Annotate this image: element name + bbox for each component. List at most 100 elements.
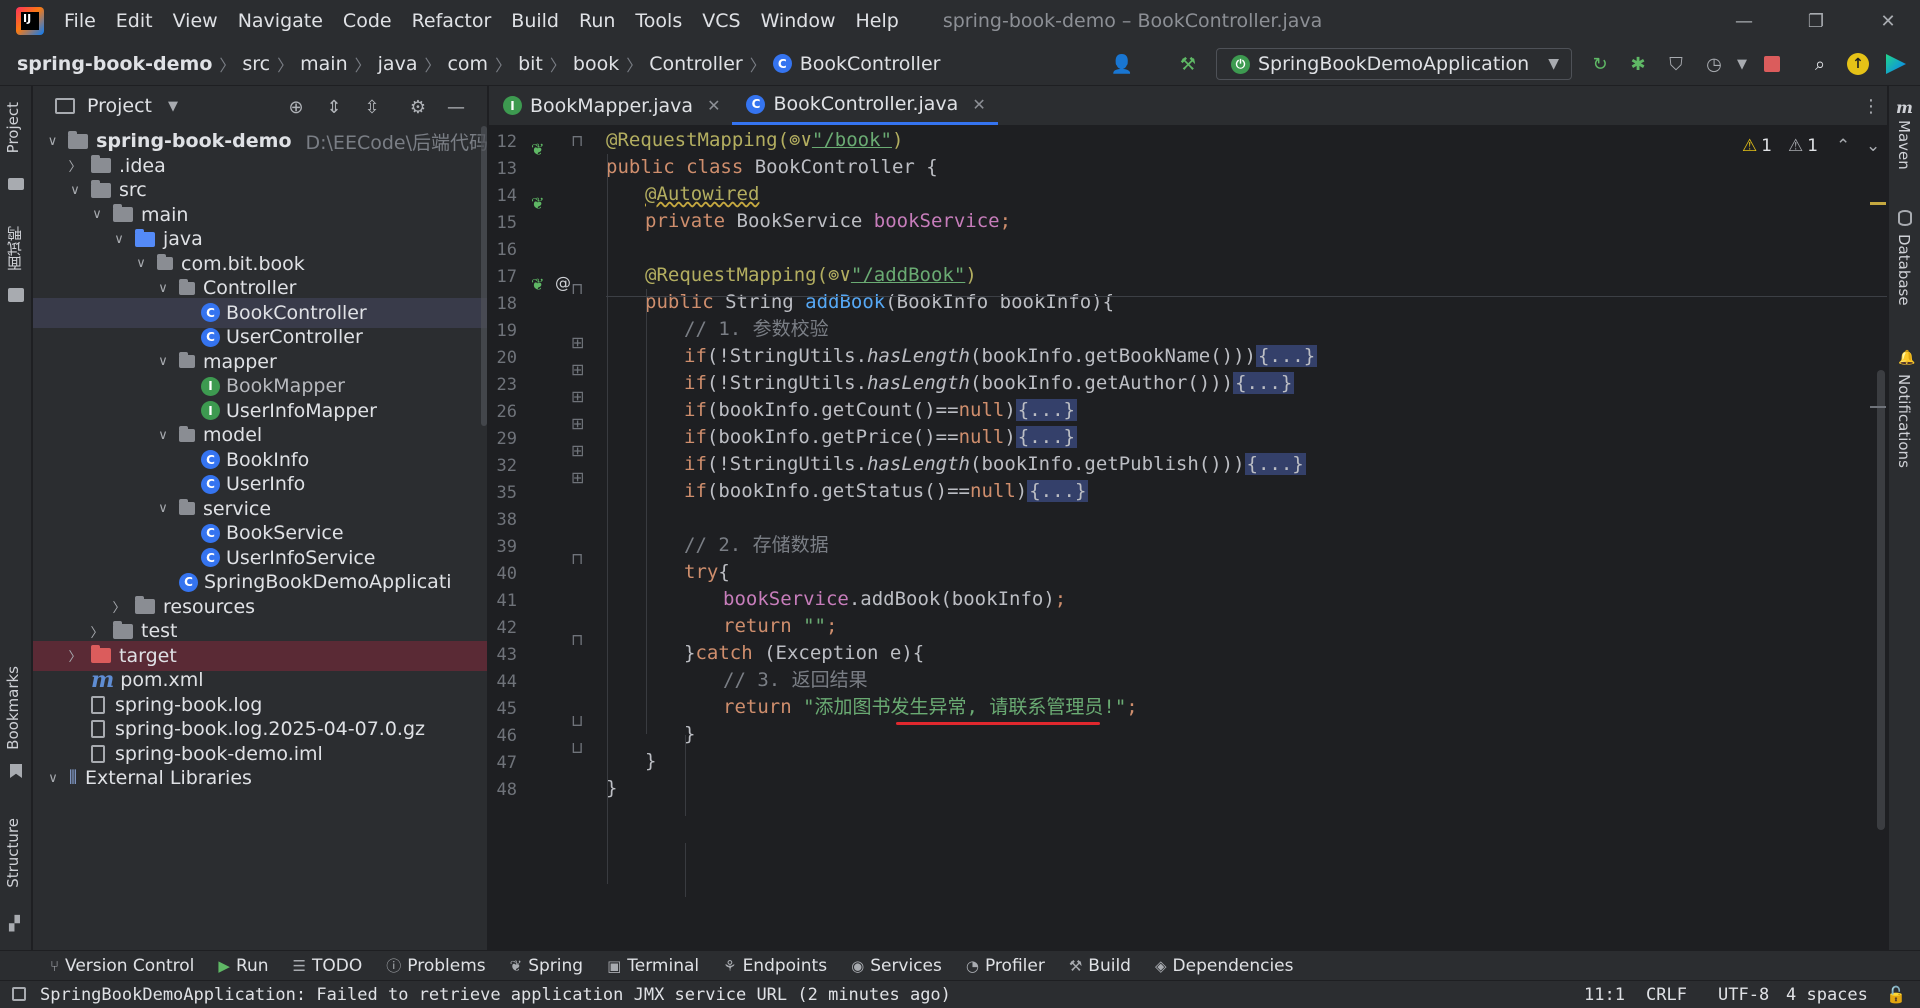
chevron-down-icon[interactable]: ∨ (67, 183, 83, 198)
status-message[interactable]: SpringBookDemoApplication: Failed to ret… (40, 985, 951, 1005)
notifications-tool-button[interactable]: Notifications (1895, 374, 1913, 468)
chevron-down-icon[interactable]: ∨ (155, 501, 171, 516)
tool-version-control[interactable]: ⑂ Version Control (50, 956, 194, 976)
rerun-icon[interactable]: ↻ (1588, 52, 1612, 76)
bookmarks-tool-button[interactable]: Bookmarks (4, 666, 22, 750)
project-tool-button[interactable]: Project (4, 102, 22, 153)
status-panel-toggle-icon[interactable] (12, 987, 26, 1001)
jetbrains-ai-icon[interactable] (1884, 52, 1908, 76)
profile-icon[interactable]: ◷ (1702, 52, 1726, 76)
menu-run[interactable]: Run (569, 10, 625, 32)
line-separator[interactable]: CRLF (1646, 985, 1687, 1005)
at-mapping-icon[interactable]: @ (555, 273, 571, 292)
chevron-down-icon[interactable]: ∨ (111, 232, 127, 247)
fold-marker-icon[interactable]: ⊞ (571, 333, 584, 352)
search-icon[interactable]: ⌕ (1808, 52, 1832, 76)
database-tool-button[interactable]: Database (1895, 234, 1913, 306)
locate-file-icon[interactable]: ⊕ (285, 96, 307, 118)
fold-marker-icon[interactable]: ⊞ (571, 387, 584, 406)
debug-icon[interactable]: ✱ (1626, 52, 1650, 76)
breadcrumb-item[interactable]: C BookController (772, 53, 940, 75)
update-icon[interactable]: ↑ (1846, 52, 1870, 76)
code-editor[interactable]: @RequestMapping(⊚∨"/book") public class B… (589, 127, 1887, 950)
build-hammer-icon[interactable]: ⚒ (1176, 52, 1200, 76)
chevron-right-icon[interactable]: 〉 (67, 646, 83, 665)
breadcrumb-item[interactable]: bit (518, 53, 543, 75)
fold-marker-icon[interactable]: ⊓ (571, 549, 583, 568)
tool-dependencies[interactable]: ◈ Dependencies (1155, 956, 1294, 976)
chevron-down-icon[interactable]: ∨ (155, 354, 171, 369)
menu-view[interactable]: View (163, 10, 228, 32)
coverage-icon[interactable]: ⛉ (1664, 52, 1688, 76)
code-line[interactable]: return "添加图书发生异常, 请联系管理员!"; (723, 691, 1138, 724)
mianshiya-tool-button[interactable]: 面试鸭 (4, 226, 25, 271)
fold-marker-icon[interactable]: ⊔ (571, 738, 583, 757)
previous-highlight-icon[interactable]: ⌃ (1836, 136, 1850, 156)
tool-problems[interactable]: ⓘ Problems (386, 955, 485, 976)
menu-vcs[interactable]: VCS (692, 10, 750, 32)
tree-scrollbar[interactable] (481, 126, 487, 426)
menu-window[interactable]: Window (751, 10, 846, 32)
menu-edit[interactable]: Edit (106, 10, 163, 32)
breadcrumb-item[interactable]: src (242, 53, 270, 75)
chevron-right-icon[interactable]: 〉 (111, 597, 127, 616)
menu-file[interactable]: File (54, 10, 106, 32)
menu-code[interactable]: Code (333, 10, 402, 32)
tool-run[interactable]: ▶ Run (218, 956, 268, 976)
intellij-logo-icon[interactable]: IJ (16, 7, 44, 35)
chevron-down-icon[interactable]: ∨ (155, 428, 171, 443)
caret-position[interactable]: 11:1 (1584, 985, 1625, 1005)
collapse-all-icon[interactable]: ⇳ (361, 96, 383, 118)
fold-marker-icon[interactable]: ⊓ (571, 131, 583, 150)
breadcrumb-item[interactable]: book (573, 53, 619, 75)
chevron-down-icon[interactable]: ∨ (89, 207, 105, 222)
chevron-right-icon[interactable]: 〉 (89, 622, 105, 641)
fold-marker-icon[interactable]: ⊔ (571, 711, 583, 730)
read-only-lock-icon[interactable]: 🔓 (1886, 985, 1906, 1004)
spring-bean-icon[interactable]: ❦ (531, 140, 544, 159)
chevron-right-icon[interactable]: 〉 (67, 156, 83, 175)
warning-count[interactable]: ⚠ 1 (1742, 136, 1772, 156)
tree-node[interactable]: ∨ ⫴ External Libraries (33, 763, 487, 793)
more-run-options-icon[interactable]: ▼ (1730, 52, 1754, 76)
tool-endpoints[interactable]: ⚘ Endpoints (723, 956, 827, 976)
code-line[interactable]: private BookService bookService; (645, 205, 1011, 238)
spring-bean-icon[interactable]: ❦ (531, 194, 544, 213)
fold-marker-icon[interactable]: ⊞ (571, 468, 584, 487)
fold-marker-icon[interactable]: ⊓ (571, 279, 583, 298)
breadcrumb-item[interactable]: java (378, 53, 418, 75)
close-tab-icon[interactable]: ✕ (707, 96, 720, 115)
chevron-down-icon[interactable]: ∨ (45, 134, 60, 149)
tool-profiler[interactable]: ◔ Profiler (966, 956, 1045, 976)
menu-navigate[interactable]: Navigate (228, 10, 333, 32)
warning-marker[interactable] (1870, 202, 1886, 205)
fold-marker-icon[interactable]: ⊓ (571, 630, 583, 649)
chevron-down-icon[interactable]: ∨ (155, 281, 171, 296)
fold-marker-icon[interactable]: ⊞ (571, 441, 584, 460)
run-configuration-select[interactable]: ⏻ SpringBookDemoApplication ▼ (1216, 48, 1572, 80)
hide-panel-icon[interactable]: — (445, 96, 467, 118)
code-line[interactable]: } (645, 745, 656, 778)
maven-tool-button[interactable]: Maven (1895, 120, 1913, 170)
tool-services[interactable]: ◉ Services (851, 956, 942, 976)
stop-icon[interactable] (1760, 52, 1784, 76)
menu-help[interactable]: Help (845, 10, 908, 32)
next-highlight-icon[interactable]: ⌄ (1866, 136, 1880, 156)
gear-icon[interactable]: ⚙ (407, 96, 429, 118)
tool-todo[interactable]: ☰ TODO (293, 956, 363, 976)
code-line[interactable]: if(bookInfo.getStatus()==null) {...} (684, 475, 1089, 508)
fold-marker-icon[interactable]: ⊞ (571, 414, 584, 433)
chevron-down-icon[interactable]: ∨ (133, 256, 149, 271)
breadcrumb-item[interactable]: com (447, 53, 488, 75)
editor-scrollbar[interactable] (1877, 370, 1885, 830)
close-tab-icon[interactable]: ✕ (972, 95, 985, 114)
structure-tool-button[interactable]: Structure (4, 818, 22, 888)
menu-refactor[interactable]: Refactor (402, 10, 502, 32)
minimize-icon[interactable]: — (1712, 0, 1776, 42)
breadcrumb-item[interactable]: spring-book-demo (0, 53, 212, 75)
tool-build[interactable]: ⚒ Build (1069, 956, 1131, 976)
menu-build[interactable]: Build (501, 10, 569, 32)
spring-endpoint-icon[interactable]: ❦ (531, 275, 544, 294)
restore-icon[interactable]: ❐ (1784, 0, 1848, 42)
expand-all-icon[interactable]: ⇕ (323, 96, 345, 118)
